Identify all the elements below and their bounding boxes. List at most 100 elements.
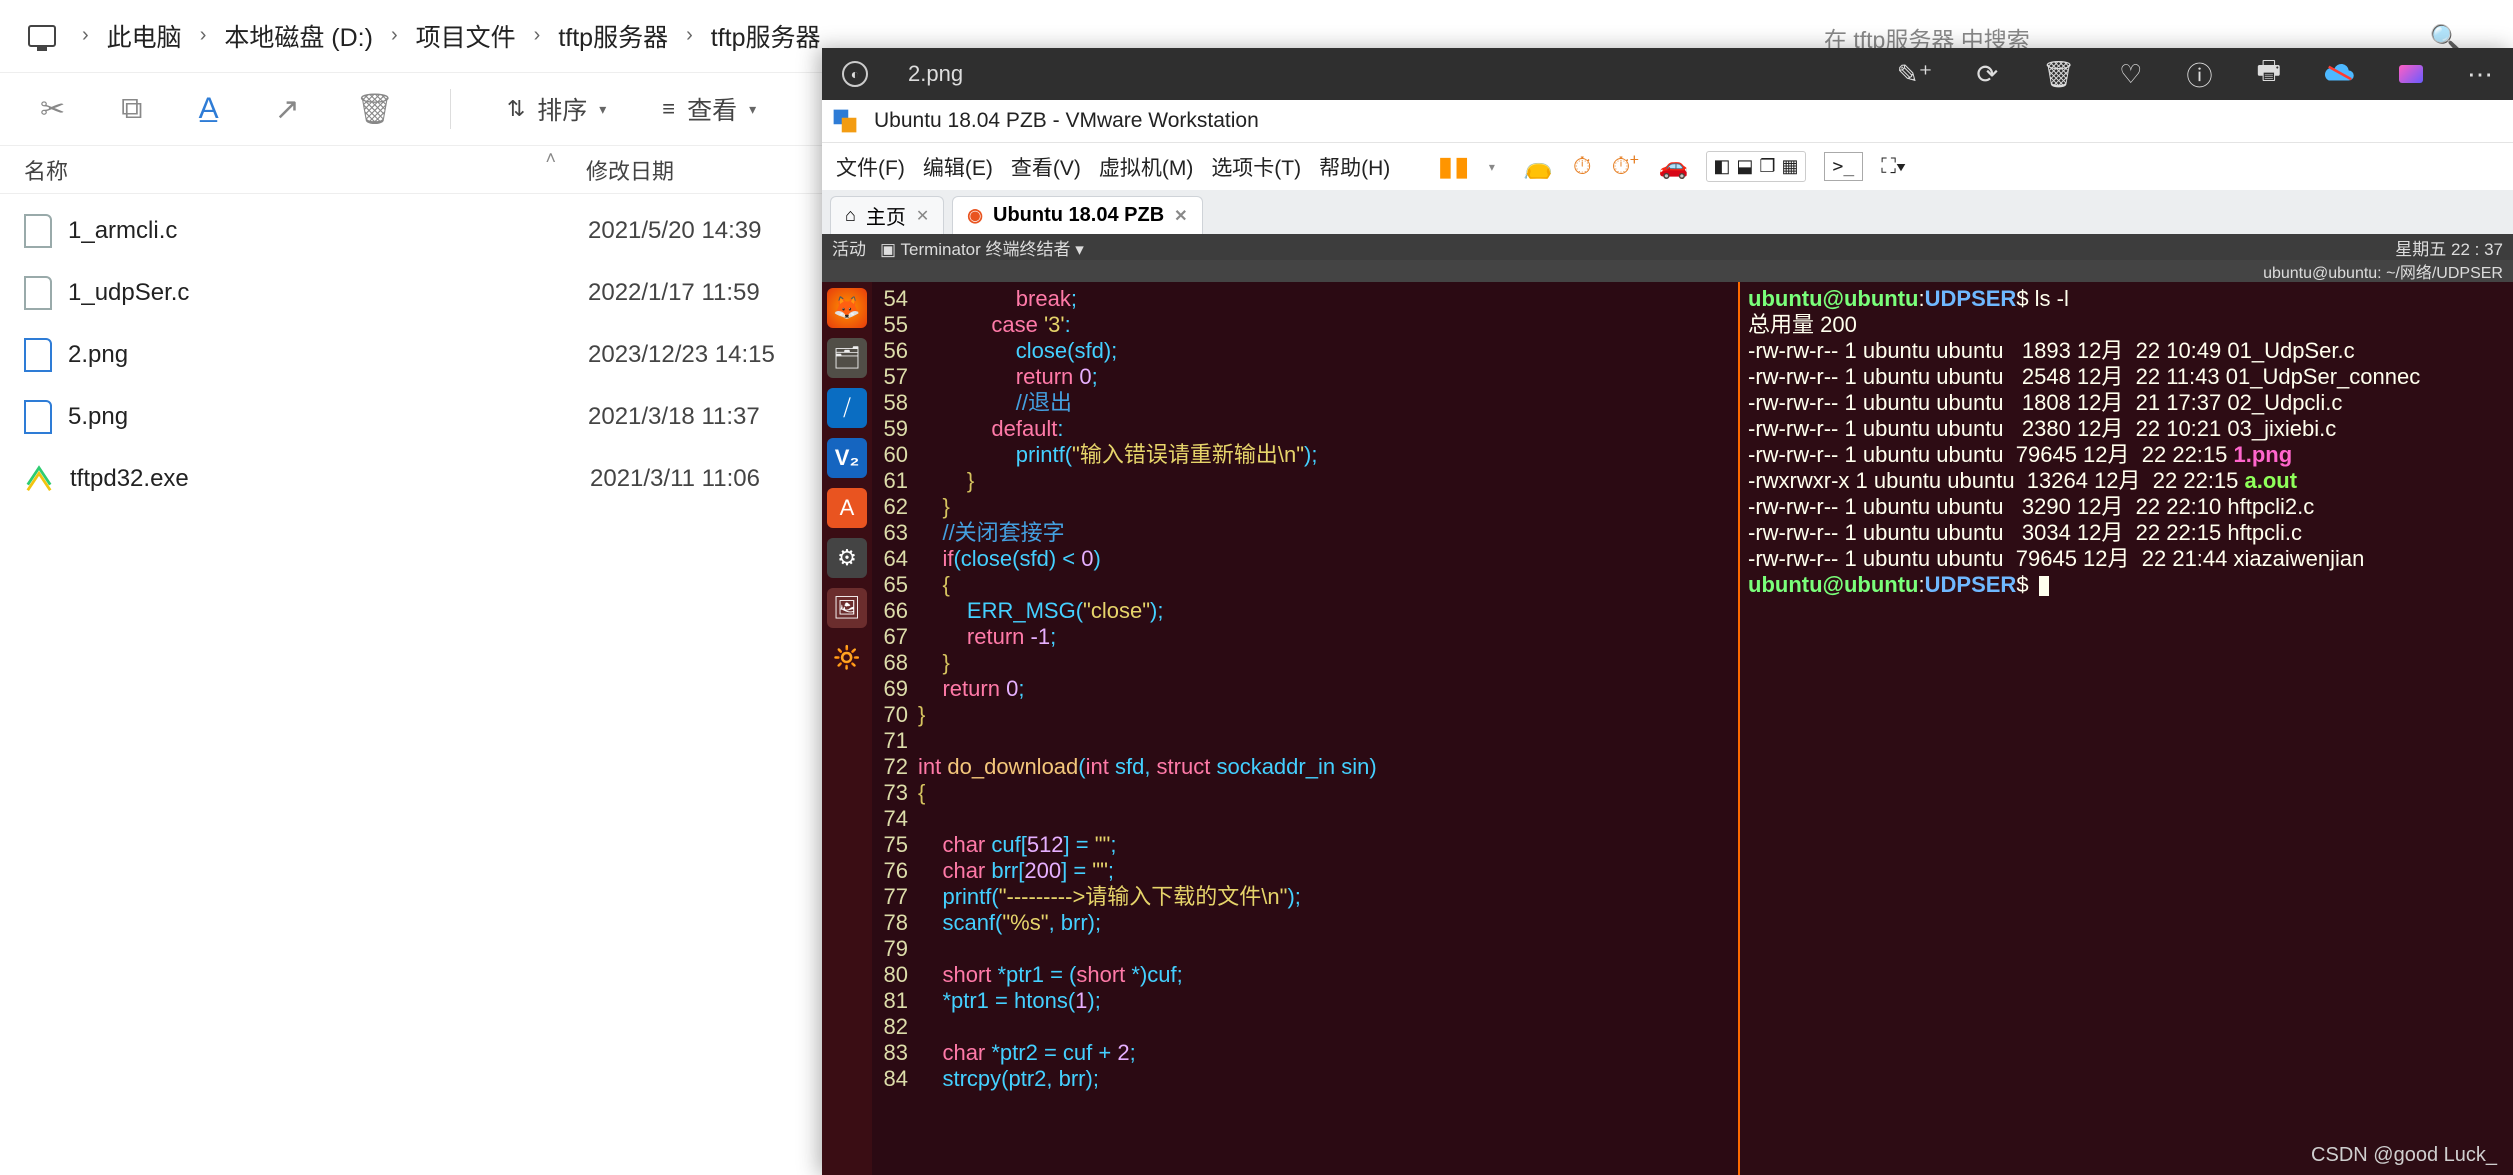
- code-line: 54 break;: [872, 286, 1738, 312]
- column-name[interactable]: 名称˄: [24, 154, 586, 186]
- close-icon[interactable]: ✕: [916, 206, 929, 226]
- clipchamp-icon[interactable]: [2399, 65, 2423, 83]
- breadcrumb-item[interactable]: 本地磁盘 (D:): [224, 18, 373, 54]
- tab-home[interactable]: ⌂主页✕: [830, 196, 944, 234]
- vnc-icon[interactable]: V₂: [827, 438, 867, 478]
- chevron-right-icon: ›: [534, 24, 541, 47]
- chevron-right-icon: ›: [686, 24, 693, 47]
- code-line: 84 strcpy(ptr2, brr);: [872, 1066, 1738, 1092]
- menu-view[interactable]: 查看(V): [1011, 152, 1081, 182]
- code-line: 76 char brr[200] = "";: [872, 858, 1738, 884]
- code-line: 56 close(sfd);: [872, 338, 1738, 364]
- sort-button[interactable]: ⇅排序▾: [507, 91, 606, 127]
- store-icon[interactable]: A: [827, 488, 867, 528]
- cut-icon[interactable]: ✂: [40, 92, 65, 127]
- menu-vm[interactable]: 虚拟机(M): [1099, 152, 1193, 182]
- app-indicator[interactable]: ▣ Terminator 终端终结者 ▾: [880, 235, 1084, 260]
- terminal-pane[interactable]: ubuntu@ubuntu:UDPSER$ ls -l总用量 200-rw-rw…: [1740, 282, 2513, 1175]
- code-line: 57 return 0;: [872, 364, 1738, 390]
- activities-button[interactable]: 活动: [832, 235, 866, 260]
- revert-icon[interactable]: 🚗: [1658, 152, 1688, 181]
- menu-help[interactable]: 帮助(H): [1319, 152, 1390, 182]
- rename-icon[interactable]: A̲: [199, 92, 219, 126]
- vscode-icon[interactable]: ⧸: [827, 388, 867, 428]
- file-name: 5.png: [68, 403, 588, 431]
- view-button[interactable]: ≡查看▾: [662, 91, 756, 127]
- tab-ubuntu[interactable]: ◉Ubuntu 18.04 PZB✕: [952, 196, 1202, 234]
- column-date[interactable]: 修改日期: [586, 154, 674, 186]
- code-line: 62 }: [872, 494, 1738, 520]
- terminal-title: ubuntu@ubuntu: ~/网络/UDPSER: [822, 260, 2513, 282]
- layout-group: ◧ ⬓ ❐ ▦: [1706, 151, 1805, 182]
- layout-bottom-icon[interactable]: ⬓: [1736, 156, 1753, 177]
- image-icon[interactable]: 🖼: [827, 588, 867, 628]
- layout-popout-icon[interactable]: ❐: [1759, 156, 1775, 177]
- delete-icon[interactable]: 🗑: [356, 92, 394, 127]
- image-file-icon: [24, 338, 52, 372]
- delete-icon[interactable]: 🗑: [2042, 59, 2075, 90]
- code-line: 60 printf("输入错误请重新输出\n");: [872, 442, 1738, 468]
- info-icon[interactable]: ⓘ: [2186, 56, 2212, 93]
- exe-icon: [24, 464, 54, 494]
- vmware-menubar: 文件(F) 编辑(E) 查看(V) 虚拟机(M) 选项卡(T) 帮助(H) ▮▮…: [822, 142, 2513, 190]
- code-line: 78 scanf("%s", brr);: [872, 910, 1738, 936]
- chevron-right-icon: ›: [391, 24, 398, 47]
- file-date: 2022/1/17 11:59: [588, 279, 760, 307]
- firefox-icon[interactable]: 🦊: [827, 288, 867, 328]
- code-editor-pane[interactable]: 54 break;55 case '3':56 close(sfd);57 re…: [872, 282, 1740, 1175]
- guest-desktop: 活动 ▣ Terminator 终端终结者 ▾ 星期五 22 : 37 ubun…: [822, 234, 2513, 1175]
- files-icon[interactable]: 🗂: [827, 338, 867, 378]
- breadcrumb-item[interactable]: tftp服务器: [711, 18, 821, 54]
- code-line: 69 return 0;: [872, 676, 1738, 702]
- vmware-logo-icon: [832, 108, 858, 134]
- separator: [450, 89, 451, 129]
- menu-file[interactable]: 文件(F): [836, 152, 905, 182]
- breadcrumb-item[interactable]: 项目文件: [416, 18, 516, 54]
- code-line: 74: [872, 806, 1738, 832]
- vmware-tabs: ⌂主页✕ ◉Ubuntu 18.04 PZB✕: [822, 190, 2513, 234]
- c-file-icon: [24, 214, 52, 248]
- print-icon[interactable]: 🖶: [2256, 52, 2281, 96]
- breadcrumb-item[interactable]: 此电脑: [107, 18, 182, 54]
- code-line: 61 }: [872, 468, 1738, 494]
- menu-tabs[interactable]: 选项卡(T): [1211, 152, 1301, 182]
- layout-left-icon[interactable]: ◧: [1713, 156, 1730, 177]
- vmware-titlebar: Ubuntu 18.04 PZB - VMware Workstation: [822, 100, 2513, 142]
- file-name: 2.png: [68, 341, 588, 369]
- snapshot-manage-icon[interactable]: ⏱⁺: [1612, 153, 1639, 181]
- console-button[interactable]: >_: [1824, 152, 1864, 181]
- favorite-icon[interactable]: ♡: [2119, 59, 2142, 90]
- share-icon[interactable]: ↗: [275, 92, 300, 127]
- snapshot-icon[interactable]: ⏱: [1573, 153, 1592, 181]
- watermark: CSDN @good Luck_: [2311, 1144, 2497, 1167]
- file-name: tftpd32.exe: [70, 465, 590, 493]
- onedrive-icon[interactable]: [2325, 59, 2355, 90]
- code-line: 58 //退出: [872, 390, 1738, 416]
- chevron-right-icon: ›: [200, 24, 207, 47]
- virus-icon[interactable]: 🔆: [827, 638, 867, 678]
- pc-icon: [28, 25, 56, 47]
- rotate-icon[interactable]: ⟳: [1976, 59, 1998, 90]
- file-name: 1_armcli.c: [68, 217, 588, 245]
- pause-button[interactable]: ▮▮: [1438, 151, 1471, 182]
- more-icon[interactable]: ⋯: [2467, 59, 2493, 90]
- copy-icon[interactable]: ⧉: [121, 92, 142, 126]
- c-file-icon: [24, 276, 52, 310]
- file-date: 2023/12/23 14:15: [588, 341, 775, 369]
- breadcrumb-item[interactable]: tftp服务器: [558, 18, 668, 54]
- code-line: 77 printf("--------->请输入下载的文件\n");: [872, 884, 1738, 910]
- layout-grid-icon[interactable]: ▦: [1782, 156, 1799, 177]
- image-file-icon: [24, 400, 52, 434]
- clock[interactable]: 星期五 22 : 37: [2395, 235, 2503, 260]
- fullscreen-button[interactable]: ⛶▾: [1881, 155, 1906, 179]
- code-line: 72int do_download(int sfd, struct sockad…: [872, 754, 1738, 780]
- code-line: 71: [872, 728, 1738, 754]
- send-ctrl-alt-del-icon[interactable]: 👝: [1523, 152, 1553, 181]
- edit-icon[interactable]: ✎⁺: [1897, 59, 1933, 90]
- help-icon[interactable]: ⚙: [827, 538, 867, 578]
- code-line: 79: [872, 936, 1738, 962]
- code-line: 73{: [872, 780, 1738, 806]
- code-line: 63 //关闭套接字: [872, 520, 1738, 546]
- menu-edit[interactable]: 编辑(E): [923, 152, 993, 182]
- close-icon[interactable]: ✕: [1174, 206, 1187, 226]
